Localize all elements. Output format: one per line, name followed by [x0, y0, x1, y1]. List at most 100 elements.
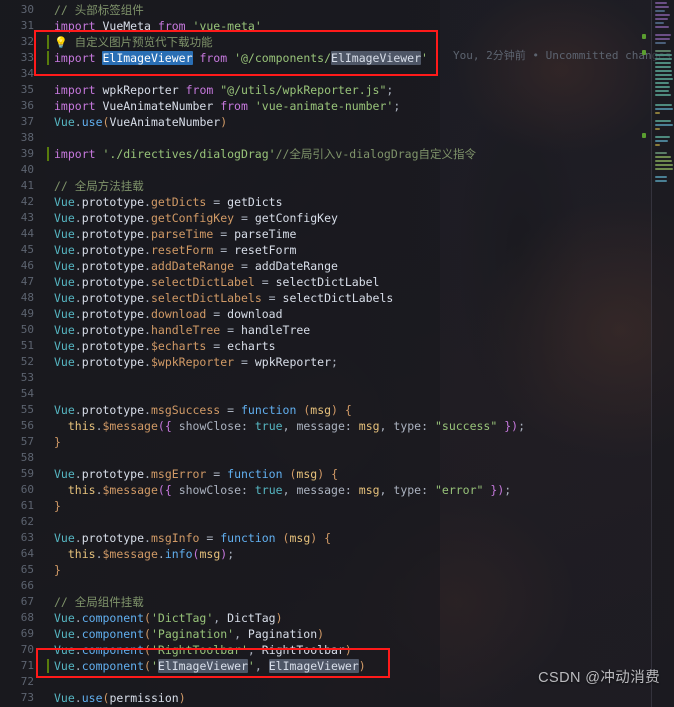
code-text[interactable]: this.$message({ showClose: true, message… — [44, 418, 674, 434]
code-token: Vue — [54, 195, 75, 209]
line-number: 39 — [20, 147, 34, 160]
line-number: 70 — [20, 643, 34, 656]
code-line[interactable]: 41 // 全局方法挂载 — [0, 178, 674, 194]
code-line[interactable]: 47 Vue.prototype.selectDictLabel = select… — [0, 274, 674, 290]
code-token: echarts — [227, 339, 276, 353]
code-line[interactable]: 52 Vue.prototype.$wpkReporter = wpkReport… — [0, 354, 674, 370]
code-token: ) — [220, 115, 228, 129]
code-line[interactable]: 69 Vue.component('Pagination', Pagination… — [0, 626, 674, 642]
code-text[interactable]: import VueMeta from 'vue-meta' — [44, 18, 674, 34]
code-line[interactable]: 68 Vue.component('DictTag', DictTag) — [0, 610, 674, 626]
code-line[interactable]: 36 import VueAnimateNumber from 'vue-anim… — [0, 98, 674, 114]
code-token: ( — [157, 419, 165, 433]
code-line[interactable]: 59 Vue.prototype.msgError = function (msg… — [0, 466, 674, 482]
code-line[interactable]: 35 import wpkReporter from "@/utils/wpkRe… — [0, 82, 674, 98]
code-line[interactable]: 63 Vue.prototype.msgInfo = function (msg)… — [0, 530, 674, 546]
code-text[interactable]: import './directives/dialogDrag'//全局引入v-… — [44, 146, 674, 162]
code-line[interactable]: 56 this.$message({ showClose: true, mess… — [0, 418, 674, 434]
code-line[interactable]: 70 Vue.component('RightToolbar', RightToo… — [0, 642, 674, 658]
code-line[interactable]: 50 Vue.prototype.handleTree = handleTree — [0, 322, 674, 338]
code-text[interactable]: Vue.use(permission) — [44, 690, 674, 706]
code-token: getConfigKey — [254, 211, 338, 225]
code-text[interactable]: // 全局组件挂载 — [44, 594, 674, 610]
code-text[interactable]: Vue.prototype.handleTree = handleTree — [44, 322, 674, 338]
code-line[interactable]: 30 // 头部标签组件 — [0, 2, 674, 18]
code-text[interactable]: } — [44, 434, 674, 450]
code-text[interactable]: Vue.prototype.msgInfo = function (msg) { — [44, 530, 674, 546]
code-line[interactable]: 64 this.$message.info(msg); — [0, 546, 674, 562]
code-token: ( — [144, 611, 151, 625]
code-text[interactable]: Vue.component('RightToolbar', RightToolb… — [44, 642, 674, 658]
code-text[interactable]: } — [44, 562, 674, 578]
code-token: wpkReporter — [254, 355, 332, 369]
code-line[interactable]: 39 import './directives/dialogDrag'//全局引入… — [0, 146, 674, 162]
code-token: { — [324, 531, 332, 545]
code-line[interactable]: 55 Vue.prototype.msgSuccess = function (m… — [0, 402, 674, 418]
code-line[interactable]: 49 Vue.prototype.download = download — [0, 306, 674, 322]
code-text[interactable]: import wpkReporter from "@/utils/wpkRepo… — [44, 82, 674, 98]
code-line[interactable]: 38 — [0, 130, 674, 146]
minimap-overview-ruler[interactable] — [640, 0, 652, 707]
code-line[interactable]: 31 import VueMeta from 'vue-meta' — [0, 18, 674, 34]
code-text[interactable]: this.$message.info(msg); — [44, 546, 674, 562]
code-text[interactable]: this.$message({ showClose: true, message… — [44, 482, 674, 498]
code-line[interactable]: 51 Vue.prototype.$echarts = echarts — [0, 338, 674, 354]
code-line[interactable]: 57} — [0, 434, 674, 450]
code-text[interactable]: Vue.prototype.getDicts = getDicts — [44, 194, 674, 210]
code-line[interactable]: 62 — [0, 514, 674, 530]
code-line[interactable]: 42 Vue.prototype.getDicts = getDicts — [0, 194, 674, 210]
code-line[interactable]: 40 — [0, 162, 674, 178]
code-line[interactable]: 44 Vue.prototype.parseTime = parseTime — [0, 226, 674, 242]
code-token: from — [157, 19, 186, 33]
code-line[interactable]: 48 Vue.prototype.selectDictLabels = selec… — [0, 290, 674, 306]
code-line[interactable]: 65} — [0, 562, 674, 578]
code-line[interactable]: 46 Vue.prototype.addDateRange = addDateRa… — [0, 258, 674, 274]
code-line[interactable]: 61} — [0, 498, 674, 514]
code-line[interactable]: 60 this.$message({ showClose: true, mess… — [0, 482, 674, 498]
code-text[interactable]: Vue.component('DictTag', DictTag) — [44, 610, 674, 626]
code-text[interactable]: Vue.prototype.resetForm = resetForm — [44, 242, 674, 258]
code-text[interactable]: Vue.prototype.$wpkReporter = wpkReporter… — [44, 354, 674, 370]
code-text[interactable]: import VueAnimateNumber from 'vue-animat… — [44, 98, 674, 114]
code-token: } — [54, 435, 61, 449]
code-token: . — [74, 659, 82, 673]
code-text[interactable]: // 头部标签组件 — [44, 2, 674, 18]
code-token: = — [206, 339, 228, 353]
code-line[interactable]: 67 // 全局组件挂载 — [0, 594, 674, 610]
code-text[interactable]: Vue.prototype.getConfigKey = getConfigKe… — [44, 210, 674, 226]
minimap-row — [655, 26, 669, 28]
code-text[interactable]: } — [44, 498, 674, 514]
code-token: { — [344, 403, 352, 417]
code-text[interactable]: Vue.prototype.selectDictLabels = selectD… — [44, 290, 674, 306]
code-editor[interactable]: 30 // 头部标签组件 31 import VueMeta from 'vue-me… — [0, 0, 674, 707]
code-text[interactable]: Vue.prototype.msgError = function (msg) … — [44, 466, 674, 482]
code-token: prototype — [81, 275, 145, 289]
code-lines-container[interactable]: 30 // 头部标签组件 31 import VueMeta from 'vue-me… — [0, 0, 674, 707]
code-line[interactable]: 54 — [0, 386, 674, 402]
code-line[interactable]: 43 Vue.prototype.getConfigKey = getConfig… — [0, 210, 674, 226]
code-line[interactable]: 58 — [0, 450, 674, 466]
code-line[interactable]: 45 Vue.prototype.resetForm = resetForm — [0, 242, 674, 258]
code-line[interactable]: 66 — [0, 578, 674, 594]
line-number: 40 — [20, 163, 34, 176]
code-text[interactable]: Vue.component('Pagination', Pagination) — [44, 626, 674, 642]
code-token: ; — [504, 483, 512, 497]
code-text[interactable]: Vue.prototype.selectDictLabel = selectDi… — [44, 274, 674, 290]
code-text[interactable]: Vue.prototype.download = download — [44, 306, 674, 322]
code-line[interactable]: 53 — [0, 370, 674, 386]
code-line[interactable]: 73 Vue.use(permission) — [0, 690, 674, 706]
code-text[interactable]: Vue.prototype.parseTime = parseTime — [44, 226, 674, 242]
code-line[interactable]: 37 Vue.use(VueAnimateNumber) — [0, 114, 674, 130]
code-token: component — [81, 659, 145, 673]
code-token: ElImageViewer — [331, 51, 422, 65]
code-token: getDicts — [227, 195, 283, 209]
code-text[interactable]: // 全局方法挂载 — [44, 178, 674, 194]
line-number: 31 — [20, 19, 34, 32]
code-text[interactable]: Vue.prototype.addDateRange = addDateRang… — [44, 258, 674, 274]
code-token: Vue — [54, 611, 75, 625]
code-text[interactable]: Vue.prototype.$echarts = echarts — [44, 338, 674, 354]
code-line[interactable]: 34 — [0, 66, 674, 82]
code-token: selectDictLabel — [275, 275, 380, 289]
code-text[interactable]: Vue.prototype.msgSuccess = function (msg… — [44, 402, 674, 418]
code-text[interactable]: Vue.use(VueAnimateNumber) — [44, 114, 674, 130]
